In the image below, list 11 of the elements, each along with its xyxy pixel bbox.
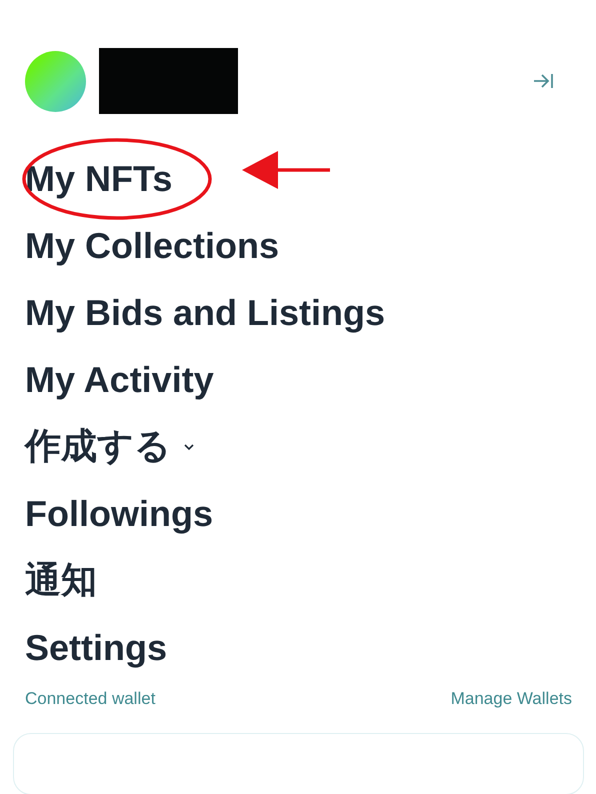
collapse-icon[interactable]: [532, 73, 554, 89]
menu-item[interactable]: Settings: [25, 626, 168, 668]
menu-item[interactable]: My Bids and Listings: [25, 292, 386, 334]
menu-item[interactable]: 作成する: [25, 422, 195, 471]
section-label: Connected wallet: [25, 689, 156, 709]
menu-item[interactable]: My Activity: [25, 358, 214, 400]
menu-item[interactable]: Followings: [25, 492, 213, 534]
caret-icon: [183, 442, 195, 450]
menu-item[interactable]: My Collections: [25, 224, 280, 266]
manage-wallets-link[interactable]: Manage Wallets: [450, 689, 572, 709]
menu-item[interactable]: 通知: [25, 556, 97, 605]
